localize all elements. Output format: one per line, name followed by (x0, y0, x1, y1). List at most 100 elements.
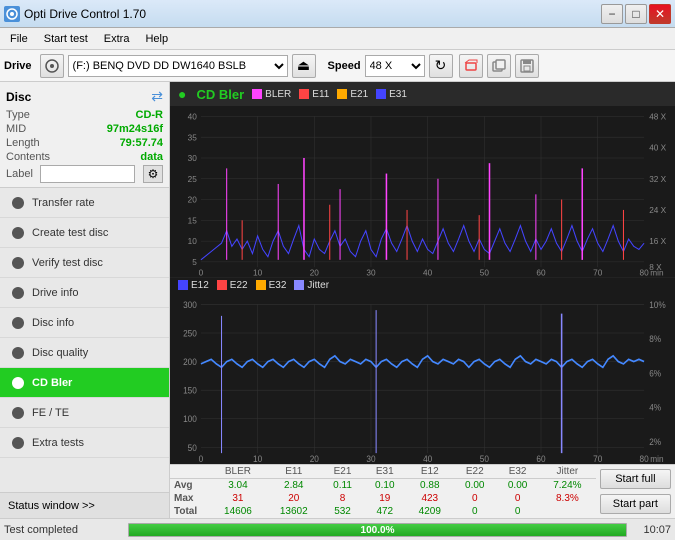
eject-button[interactable]: ⏏ (292, 54, 316, 78)
svg-text:80: 80 (639, 268, 649, 277)
legend2-jitter: Jitter (294, 280, 329, 291)
nav-icon-drive-info (10, 285, 26, 301)
disc-label-row: Label ⚙ (6, 165, 163, 183)
sidebar: Disc ⇄ Type CD-R MID 97m24s16f Length 79… (0, 82, 170, 518)
menu-extra[interactable]: Extra (96, 31, 138, 47)
sidebar-item-extra-tests[interactable]: Extra tests (0, 428, 169, 458)
svg-text:min: min (650, 453, 663, 464)
svg-text:50: 50 (480, 453, 489, 464)
content-area: ● CD Bler BLER E11 E21 E31 (170, 82, 675, 518)
start-part-button[interactable]: Start part (600, 494, 671, 514)
legend-e31: E31 (376, 89, 407, 100)
disc-header: Disc ⇄ (6, 88, 163, 105)
svg-text:25: 25 (188, 175, 198, 184)
nav-icon-extra-tests (10, 435, 26, 451)
svg-text:8%: 8% (649, 333, 661, 344)
disc-label-input[interactable] (40, 165, 135, 183)
svg-text:60: 60 (536, 453, 545, 464)
col-header-e32: E32 (496, 465, 539, 479)
svg-text:10: 10 (253, 453, 262, 464)
sidebar-item-transfer-rate[interactable]: Transfer rate (0, 188, 169, 218)
copy-button[interactable] (487, 54, 511, 78)
chart1-section: 40 35 30 25 20 15 10 5 48 X 40 X 32 X 24… (170, 106, 675, 278)
menu-start-test[interactable]: Start test (36, 31, 96, 47)
disc-type-value: CD-R (136, 109, 164, 121)
start-full-button[interactable]: Start full (600, 469, 671, 489)
svg-text:min: min (650, 268, 664, 277)
nav-icon-create-test (10, 225, 26, 241)
svg-text:24 X: 24 X (649, 206, 666, 215)
svg-text:20: 20 (188, 196, 198, 205)
nav-icon-transfer-rate (10, 195, 26, 211)
erase-button[interactable] (459, 54, 483, 78)
svg-text:4%: 4% (649, 402, 661, 413)
svg-text:150: 150 (183, 385, 197, 396)
menu-file[interactable]: File (2, 31, 36, 47)
svg-text:32 X: 32 X (649, 175, 666, 184)
svg-text:200: 200 (183, 356, 197, 367)
progress-container: 100.0% (128, 523, 627, 537)
svg-text:80: 80 (640, 453, 649, 464)
legend2-e22: E22 (217, 280, 248, 291)
svg-text:30: 30 (366, 453, 375, 464)
disc-title: Disc (6, 90, 31, 104)
label-gear-btn[interactable]: ⚙ (143, 165, 163, 183)
disc-contents-label: Contents (6, 151, 50, 163)
menu-help[interactable]: Help (137, 31, 176, 47)
close-button[interactable]: ✕ (649, 4, 671, 24)
col-header-bler: BLER (210, 465, 266, 479)
disc-type-label: Type (6, 109, 30, 121)
disc-mid-label: MID (6, 123, 26, 135)
svg-text:100: 100 (183, 413, 197, 424)
sidebar-item-fe-te[interactable]: FE / TE (0, 398, 169, 428)
col-header-jitter: Jitter (539, 465, 596, 479)
sidebar-item-create-test-disc[interactable]: Create test disc (0, 218, 169, 248)
svg-text:0: 0 (199, 453, 204, 464)
disc-contents-value: data (140, 151, 163, 163)
speed-label: Speed (328, 60, 361, 72)
legend2-e12: E12 (178, 280, 209, 291)
drive-icon-btn[interactable] (40, 54, 64, 78)
app-icon (4, 6, 20, 22)
col-header-e11: E11 (266, 465, 322, 479)
status-window-btn[interactable]: Status window >> (0, 492, 169, 518)
drive-select[interactable]: (F:) BENQ DVD DD DW1640 BSLB (68, 55, 288, 77)
sidebar-item-disc-quality[interactable]: Disc quality (0, 338, 169, 368)
svg-text:70: 70 (593, 268, 603, 277)
disc-mid-row: MID 97m24s16f (6, 123, 163, 135)
sidebar-item-disc-info[interactable]: Disc info (0, 308, 169, 338)
charts-container: 40 35 30 25 20 15 10 5 48 X 40 X 32 X 24… (170, 106, 675, 464)
disc-arrow-btn[interactable]: ⇄ (151, 88, 163, 105)
drive-label: Drive (4, 60, 32, 72)
speed-select[interactable]: 48 X (365, 55, 425, 77)
svg-text:250: 250 (183, 328, 197, 339)
chart2-header: E12 E22 E32 Jitter (170, 278, 675, 293)
col-header-e21: E21 (322, 465, 364, 479)
svg-text:30: 30 (366, 268, 376, 277)
svg-text:10: 10 (253, 268, 263, 277)
window-controls: − □ ✕ (601, 4, 671, 24)
stats-avg-row: Avg 3.04 2.84 0.11 0.10 0.88 0.00 0.00 7… (170, 479, 596, 493)
refresh-button[interactable]: ↻ (429, 54, 453, 78)
disc-type-row: Type CD-R (6, 109, 163, 121)
sidebar-item-drive-info[interactable]: Drive info (0, 278, 169, 308)
maximize-button[interactable]: □ (625, 4, 647, 24)
disc-panel: Disc ⇄ Type CD-R MID 97m24s16f Length 79… (0, 82, 169, 188)
minimize-button[interactable]: − (601, 4, 623, 24)
legend2-e32: E32 (256, 280, 287, 291)
sidebar-item-verify-test-disc[interactable]: Verify test disc (0, 248, 169, 278)
app-title: Opti Drive Control 1.70 (24, 7, 146, 21)
title-bar-left: Opti Drive Control 1.70 (4, 6, 146, 22)
disc-length-label: Length (6, 137, 40, 149)
svg-text:20: 20 (310, 268, 320, 277)
svg-text:10: 10 (188, 237, 198, 246)
svg-text:48 X: 48 X (649, 112, 666, 121)
chart1-header: ● CD Bler BLER E11 E21 E31 (170, 82, 675, 106)
sidebar-item-cd-bler[interactable]: CD Bler (0, 368, 169, 398)
stats-max-row: Max 31 20 8 19 423 0 0 8.3% (170, 492, 596, 505)
svg-text:60: 60 (536, 268, 546, 277)
stats-total-row: Total 14606 13602 532 472 4209 0 0 (170, 505, 596, 518)
menu-bar: File Start test Extra Help (0, 28, 675, 50)
save-button[interactable] (515, 54, 539, 78)
legend-bler: BLER (252, 89, 291, 100)
